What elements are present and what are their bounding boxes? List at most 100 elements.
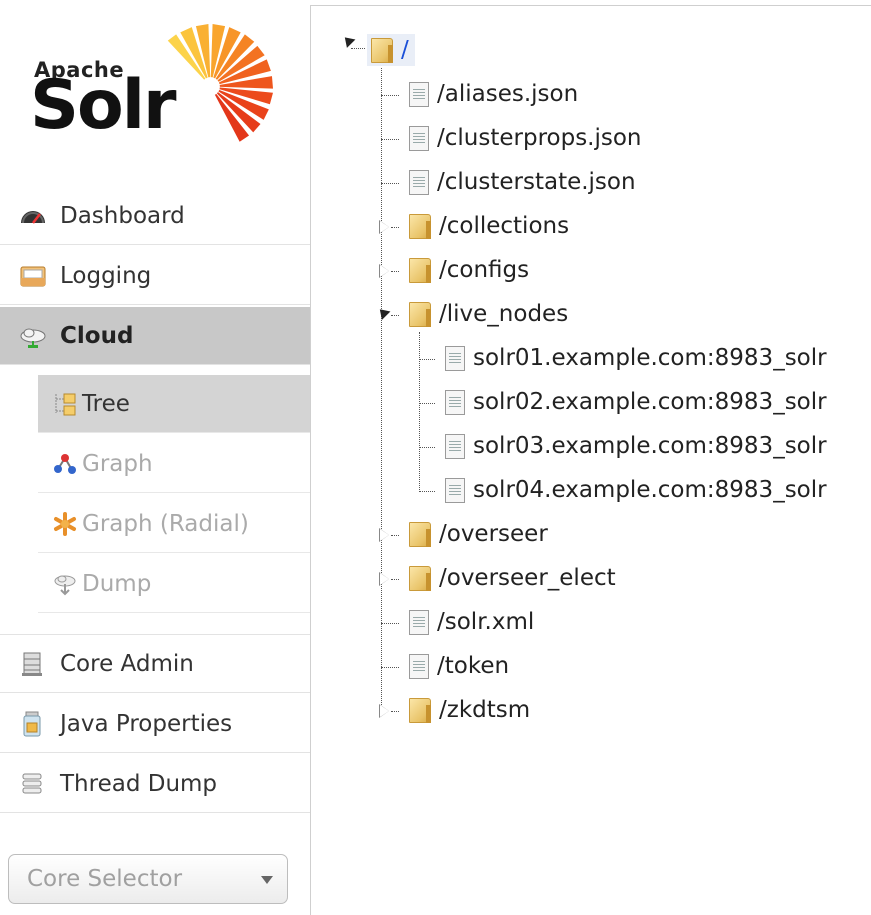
- tree-expander-fill: [380, 705, 389, 717]
- tree-node[interactable]: /solr.xml: [409, 609, 534, 635]
- nav-logging-label: Logging: [60, 262, 152, 289]
- folder-icon: [371, 37, 393, 63]
- tree-node[interactable]: /collections: [409, 213, 569, 239]
- nav-logging[interactable]: Logging: [0, 247, 310, 305]
- folder-icon: [409, 257, 431, 283]
- logging-inbox-icon: [18, 263, 48, 289]
- tree-node-label: /collections: [439, 213, 570, 239]
- file-icon: [409, 81, 429, 107]
- tree-connector: [419, 403, 435, 404]
- tree-node[interactable]: /clusterstate.json: [409, 169, 636, 195]
- solr-logo[interactable]: Apache Solr: [30, 24, 280, 154]
- tree-node[interactable]: /live_nodes: [409, 301, 568, 327]
- nav-cloud-tree[interactable]: Tree: [38, 375, 310, 433]
- tree-node[interactable]: /clusterprops.json: [409, 125, 642, 151]
- tree-connector: [381, 95, 399, 96]
- tree-connector: [391, 711, 399, 712]
- tree-connector: [391, 227, 399, 228]
- file-icon: [409, 609, 429, 635]
- file-icon: [445, 433, 465, 459]
- tree-node[interactable]: solr02.example.com:8983_solr: [445, 389, 827, 415]
- file-icon: [409, 169, 429, 195]
- tree-node[interactable]: /configs: [409, 257, 529, 283]
- graph-radial-icon: [52, 511, 78, 537]
- tree-expander-open-icon[interactable]: [375, 305, 391, 320]
- tree-connector: [351, 48, 365, 49]
- zookeeper-tree: / /aliases.json /clusterprops.json /clus…: [311, 6, 871, 915]
- nav-thread-dump-label: Thread Dump: [60, 770, 218, 797]
- tree-node-label: solr04.example.com:8983_solr: [473, 477, 827, 503]
- tree-connector: [381, 667, 399, 668]
- tree-connector: [419, 332, 420, 492]
- nav-java-properties-label: Java Properties: [60, 710, 233, 737]
- nav-dashboard[interactable]: Dashboard: [0, 187, 310, 245]
- file-icon: [409, 653, 429, 679]
- file-icon: [445, 389, 465, 415]
- tree-expander-fill: [380, 221, 389, 233]
- core-admin-server-icon: [18, 651, 48, 677]
- file-icon: [409, 125, 429, 151]
- nav-cloud-graph-label: Graph: [82, 450, 153, 477]
- core-selector-dropdown[interactable]: Core Selector: [8, 854, 288, 904]
- nav-core-admin[interactable]: Core Admin: [0, 635, 310, 693]
- folder-icon: [409, 301, 431, 327]
- tree-node-label: solr01.example.com:8983_solr: [473, 345, 827, 371]
- graph-nodes-icon: [52, 451, 78, 477]
- folder-icon: [409, 213, 431, 239]
- nav-cloud-graph-radial-label: Graph (Radial): [82, 510, 249, 537]
- tree-connector: [391, 535, 399, 536]
- nav-dashboard-label: Dashboard: [60, 202, 185, 229]
- tree-node-label: /clusterstate.json: [437, 169, 636, 195]
- cloud-download-icon: [52, 571, 78, 597]
- tree-node-label: /clusterprops.json: [437, 125, 642, 151]
- dashboard-gauge-icon: [18, 203, 48, 229]
- tree-node[interactable]: /aliases.json: [409, 81, 578, 107]
- tree-root-expander-icon[interactable]: [340, 33, 356, 48]
- tree-node[interactable]: /zkdtsm: [409, 697, 530, 723]
- file-icon: [445, 345, 465, 371]
- folder-icon: [409, 697, 431, 723]
- tree-node-label: solr02.example.com:8983_solr: [473, 389, 827, 415]
- tree-icon: [52, 391, 78, 417]
- tree-node-root[interactable]: /: [367, 34, 415, 66]
- nav-cloud-graph-radial[interactable]: Graph (Radial): [38, 495, 310, 553]
- tree-root-highlight: /: [367, 34, 415, 66]
- tree-expander-fill: [380, 265, 389, 277]
- tree-node[interactable]: /token: [409, 653, 509, 679]
- tree-node-label: /token: [437, 653, 510, 679]
- tree-node-label: /solr.xml: [437, 609, 535, 635]
- tree-node-label: /overseer: [439, 521, 548, 547]
- nav-cloud-tree-label: Tree: [82, 390, 130, 417]
- nav-cloud-dump[interactable]: Dump: [38, 555, 310, 613]
- tree-node[interactable]: /overseer_elect: [409, 565, 616, 591]
- tree-node[interactable]: solr01.example.com:8983_solr: [445, 345, 827, 371]
- nav-cloud-label: Cloud: [60, 322, 134, 349]
- tree-connector: [381, 68, 382, 713]
- core-selector-placeholder: Core Selector: [27, 866, 183, 892]
- tree-node[interactable]: solr04.example.com:8983_solr: [445, 477, 827, 503]
- thread-dump-stack-icon: [18, 771, 48, 797]
- tree-node[interactable]: solr03.example.com:8983_solr: [445, 433, 827, 459]
- nav-cloud[interactable]: Cloud: [0, 307, 310, 365]
- cloud-icon: [18, 323, 48, 349]
- tree-node[interactable]: /overseer: [409, 521, 548, 547]
- tree-connector: [381, 623, 399, 624]
- nav-cloud-dump-label: Dump: [82, 570, 152, 597]
- tree-connector: [391, 271, 399, 272]
- tree-connector: [419, 491, 435, 492]
- nav-cloud-graph[interactable]: Graph: [38, 435, 310, 493]
- tree-node-label: solr03.example.com:8983_solr: [473, 433, 827, 459]
- tree-node-label: /overseer_elect: [439, 565, 616, 591]
- tree-connector: [381, 139, 399, 140]
- nav-core-admin-label: Core Admin: [60, 650, 194, 677]
- tree-expander-fill: [380, 529, 389, 541]
- folder-icon: [409, 521, 431, 547]
- folder-icon: [409, 565, 431, 591]
- solr-sunburst-icon: [167, 24, 273, 142]
- tree-node-label: /live_nodes: [439, 301, 569, 327]
- nav-thread-dump[interactable]: Thread Dump: [0, 755, 310, 813]
- java-jar-icon: [18, 711, 48, 737]
- dropdown-arrow-icon: [261, 876, 273, 884]
- tree-connector: [391, 315, 399, 316]
- nav-java-properties[interactable]: Java Properties: [0, 695, 310, 753]
